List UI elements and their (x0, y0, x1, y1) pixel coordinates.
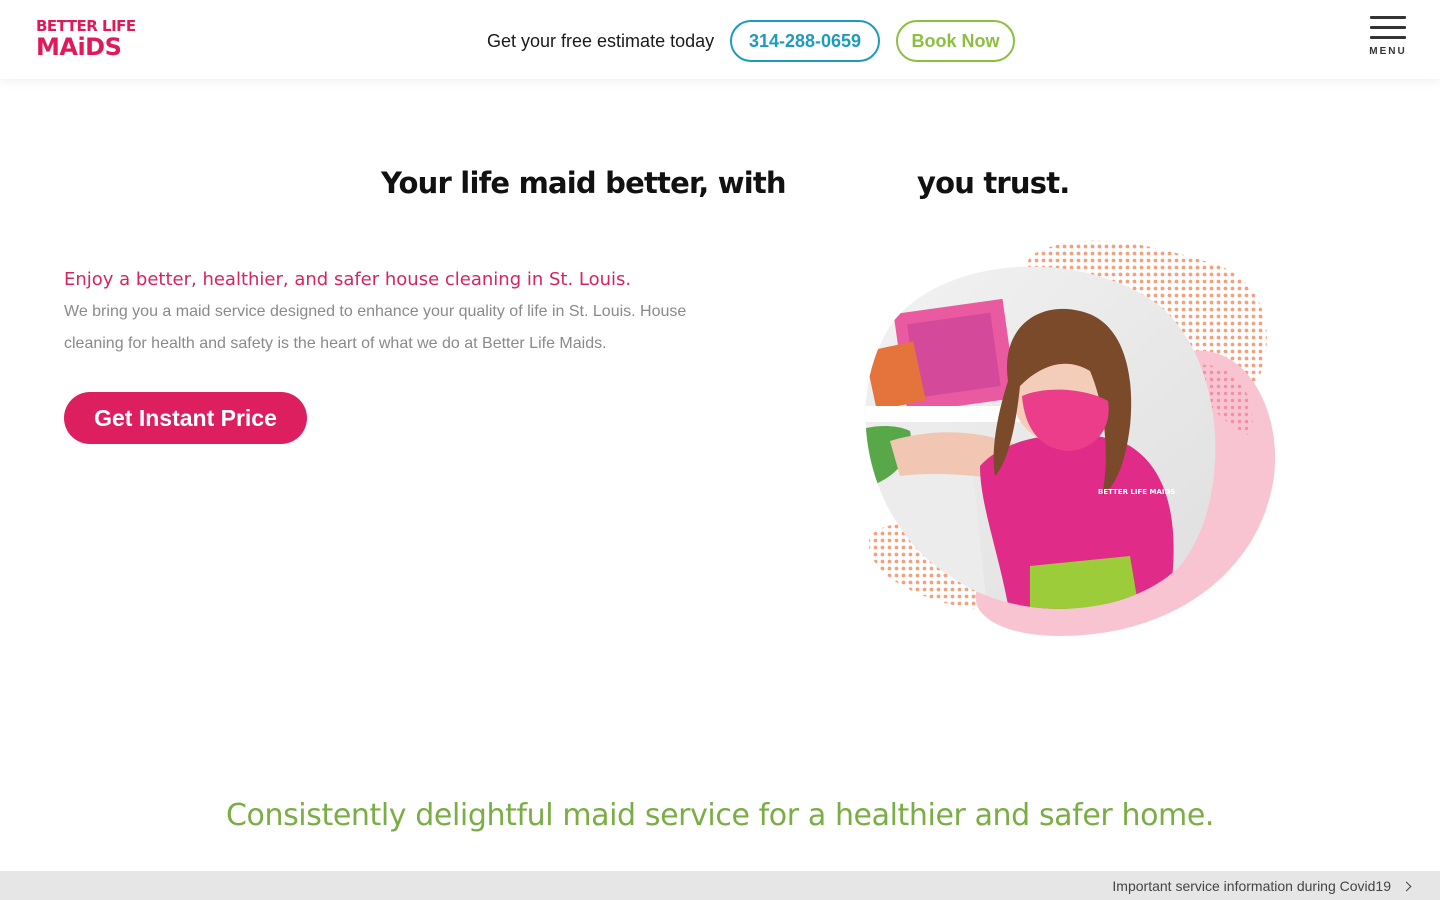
book-now-button[interactable]: Book Now (896, 20, 1015, 62)
hero-headline-part2: you trust. (917, 166, 1070, 200)
get-instant-price-label: Get Instant Price (94, 404, 277, 431)
hero-headline-part1: Your life maid better, with (381, 166, 787, 200)
book-now-label: Book Now (911, 30, 1000, 51)
uniform-logo-text: BETTER LIFE MAIDS (1098, 488, 1175, 496)
logo-top-text: BETTER LIFE (36, 17, 136, 35)
hero-intro-text: We bring you a maid service designed to … (64, 303, 687, 352)
hero-subheading: Enjoy a better, healthier, and safer hou… (64, 269, 632, 290)
covid-info-link[interactable]: Important service information during Cov… (1112, 877, 1412, 895)
logo-bottom-text: MAiDS (36, 33, 122, 61)
chevron-right-icon (1401, 881, 1412, 891)
covid-info-text: Important service information during Cov… (1112, 878, 1391, 894)
phone-button[interactable]: 314-288-0659 (730, 20, 880, 62)
phone-button-label: 314-288-0659 (748, 30, 862, 51)
tagline: Consistently delightful maid service for… (225, 798, 1215, 833)
brand-logo[interactable]: BETTER LIFE MAiDS (36, 18, 136, 61)
menu-button[interactable]: MENU (1366, 16, 1410, 60)
get-instant-price-button[interactable]: Get Instant Price (64, 392, 307, 444)
covid-info-bar: Important service information during Cov… (0, 871, 1440, 900)
menu-label: MENU (1369, 46, 1407, 57)
site-header: BETTER LIFE MAiDS Get your free estimate… (0, 0, 1440, 79)
hero-illustration: BETTER LIFE MAIDS (865, 240, 1276, 636)
free-estimate-text: Get your free estimate today (487, 31, 715, 51)
